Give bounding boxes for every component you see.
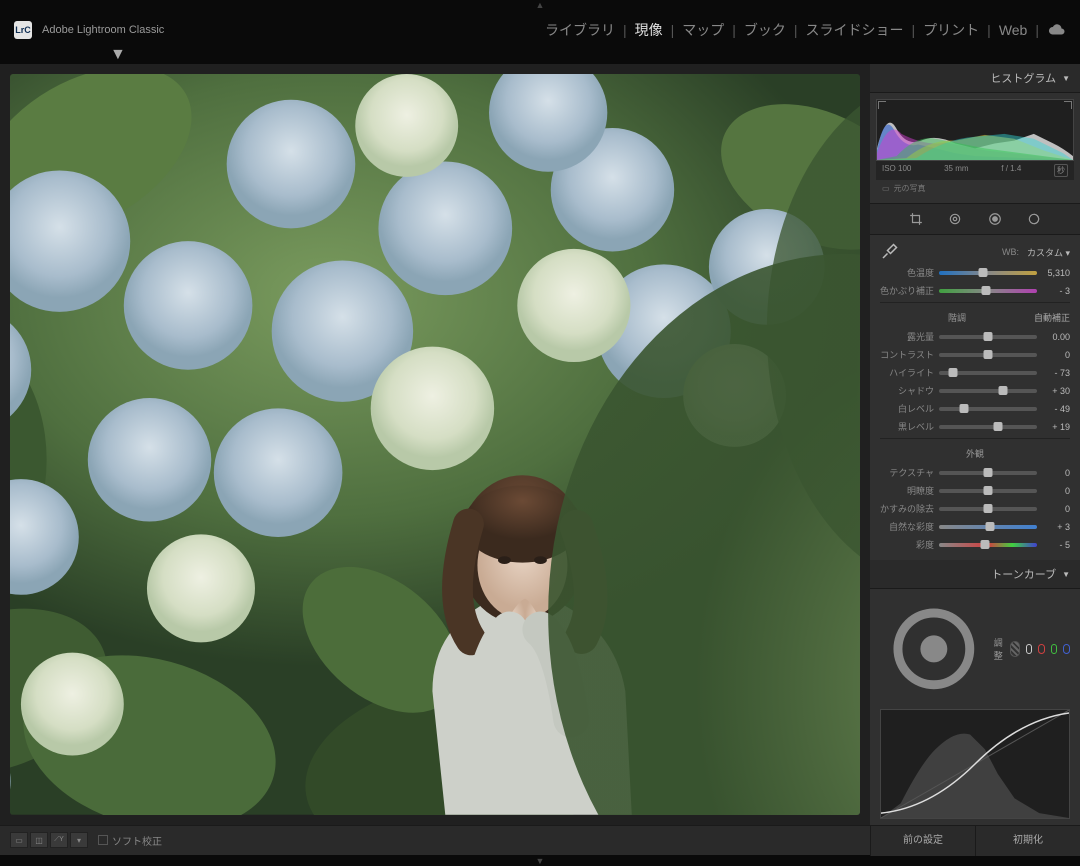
- top-collapse-arrow[interactable]: ▲: [0, 0, 1080, 10]
- crop-tool-icon[interactable]: [909, 212, 923, 226]
- presence-header: 外観: [880, 447, 1070, 460]
- redeye-tool-icon[interactable]: [1027, 212, 1041, 226]
- tone-header: 階調: [880, 311, 1034, 324]
- tonecurve-channel-tabs: 調整: [880, 595, 1070, 703]
- curve-red-icon[interactable]: [1038, 644, 1045, 654]
- slider-vibrance[interactable]: 自然な彩度 + 3: [880, 520, 1070, 533]
- softproof-checkbox[interactable]: [98, 835, 108, 845]
- canvas-area: [0, 64, 870, 825]
- histogram-chart[interactable]: [876, 99, 1074, 161]
- curve-parametric-icon[interactable]: [1010, 641, 1020, 657]
- slider-clarity[interactable]: 明瞭度 0: [880, 484, 1070, 497]
- slider-blacks[interactable]: 黒レベル + 19: [880, 420, 1070, 433]
- app-logo: LrC: [14, 21, 32, 39]
- mask-tool-icon[interactable]: [988, 212, 1002, 226]
- histogram-panel: ISO 100 35 mm f / 1.4 秒 元の写真: [870, 93, 1080, 203]
- develop-tool-strip: [870, 203, 1080, 235]
- slider-saturation[interactable]: 彩度 - 5: [880, 538, 1070, 551]
- tab-slideshow[interactable]: スライドショー: [803, 20, 907, 40]
- reset-button[interactable]: 初期化: [975, 826, 1080, 856]
- target-adjust-icon[interactable]: [880, 595, 988, 703]
- meta-iso: ISO 100: [882, 164, 911, 177]
- bottom-collapse-arrow[interactable]: ▼: [0, 856, 1080, 866]
- tab-book[interactable]: ブック: [741, 20, 789, 40]
- slider-highlights[interactable]: ハイライト - 73: [880, 366, 1070, 379]
- histogram-title: ヒストグラム: [990, 70, 1056, 86]
- image-preview[interactable]: [10, 74, 860, 815]
- loupe-view-icon[interactable]: ▭: [10, 832, 28, 848]
- heal-tool-icon[interactable]: [948, 212, 962, 226]
- slider-texture[interactable]: テクスチャ 0: [880, 466, 1070, 479]
- right-panel: ヒストグラム ▼ ISO 100: [870, 64, 1080, 825]
- softproof-label: ソフト校正: [112, 833, 162, 848]
- tonecurve-chart[interactable]: [880, 709, 1070, 819]
- tab-library[interactable]: ライブラリ: [542, 20, 618, 40]
- eyedropper-icon[interactable]: [880, 243, 898, 261]
- identity-collapse-arrow[interactable]: ▼: [0, 46, 1080, 64]
- wb-label: WB:: [1002, 247, 1019, 257]
- collapse-icon: ▼: [1062, 570, 1070, 579]
- title-bar: LrC Adobe Lightroom Classic ライブラリ | 現像 |…: [0, 10, 1080, 46]
- slider-contrast[interactable]: コントラスト 0: [880, 348, 1070, 361]
- slider-shadows[interactable]: シャドウ + 30: [880, 384, 1070, 397]
- curve-green-icon[interactable]: [1051, 644, 1058, 654]
- before-after-swap-icon[interactable]: ▾: [70, 832, 88, 848]
- slider-exposure[interactable]: 露光量 0.00: [880, 330, 1070, 343]
- main-area: ヒストグラム ▼ ISO 100: [0, 64, 1080, 825]
- tab-develop[interactable]: 現像: [632, 20, 666, 40]
- compare-view-icon[interactable]: ◫: [30, 832, 48, 848]
- app-window: ▲ LrC Adobe Lightroom Classic ライブラリ | 現像…: [0, 0, 1080, 701]
- auto-button[interactable]: 自動補正: [1034, 311, 1070, 324]
- tab-print[interactable]: プリント: [920, 20, 982, 40]
- app-name: Adobe Lightroom Classic: [42, 24, 164, 36]
- slider-temp[interactable]: 色温度 5,310: [880, 266, 1070, 279]
- original-photo-toggle[interactable]: 元の写真: [876, 180, 1074, 197]
- tab-web[interactable]: Web: [996, 22, 1031, 38]
- meta-shutter: 秒: [1054, 164, 1068, 177]
- module-tabs: ライブラリ | 現像 | マップ | ブック | スライドショー | プリント …: [542, 20, 1066, 40]
- tonecurve-title: トーンカーブ: [991, 566, 1056, 582]
- slider-dehaze[interactable]: かすみの除去 0: [880, 502, 1070, 515]
- slider-whites[interactable]: 白レベル - 49: [880, 402, 1070, 415]
- slider-tint[interactable]: 色かぶり補正 - 3: [880, 284, 1070, 297]
- adjust-label: 調整: [994, 636, 1004, 662]
- meta-focal: 35 mm: [944, 164, 968, 177]
- meta-aperture: f / 1.4: [1001, 164, 1021, 177]
- before-after-icon[interactable]: ⟋Y: [50, 832, 68, 848]
- previous-settings-button[interactable]: 前の設定: [870, 826, 975, 856]
- tonecurve-header[interactable]: トーンカーブ ▼: [870, 560, 1080, 589]
- histogram-meta: ISO 100 35 mm f / 1.4 秒: [876, 161, 1074, 180]
- curve-rgb-icon[interactable]: [1026, 644, 1033, 654]
- basic-panel: WB: カスタム ▾ 色温度 5,310 色かぶり補正 - 3 階調 自動補正: [870, 235, 1080, 560]
- tonecurve-panel: 調整: [870, 589, 1080, 825]
- cloud-sync-icon[interactable]: [1048, 21, 1066, 39]
- curve-blue-icon[interactable]: [1063, 644, 1070, 654]
- histogram-header[interactable]: ヒストグラム ▼: [870, 64, 1080, 93]
- collapse-icon: ▼: [1062, 74, 1070, 83]
- wb-mode[interactable]: カスタム ▾: [1027, 246, 1070, 259]
- tab-map[interactable]: マップ: [679, 20, 727, 40]
- view-mode-toggles: ▭ ◫ ⟋Y ▾: [10, 832, 88, 848]
- bottom-bar: ▭ ◫ ⟋Y ▾ ソフト校正 前の設定 初期化: [0, 825, 1080, 856]
